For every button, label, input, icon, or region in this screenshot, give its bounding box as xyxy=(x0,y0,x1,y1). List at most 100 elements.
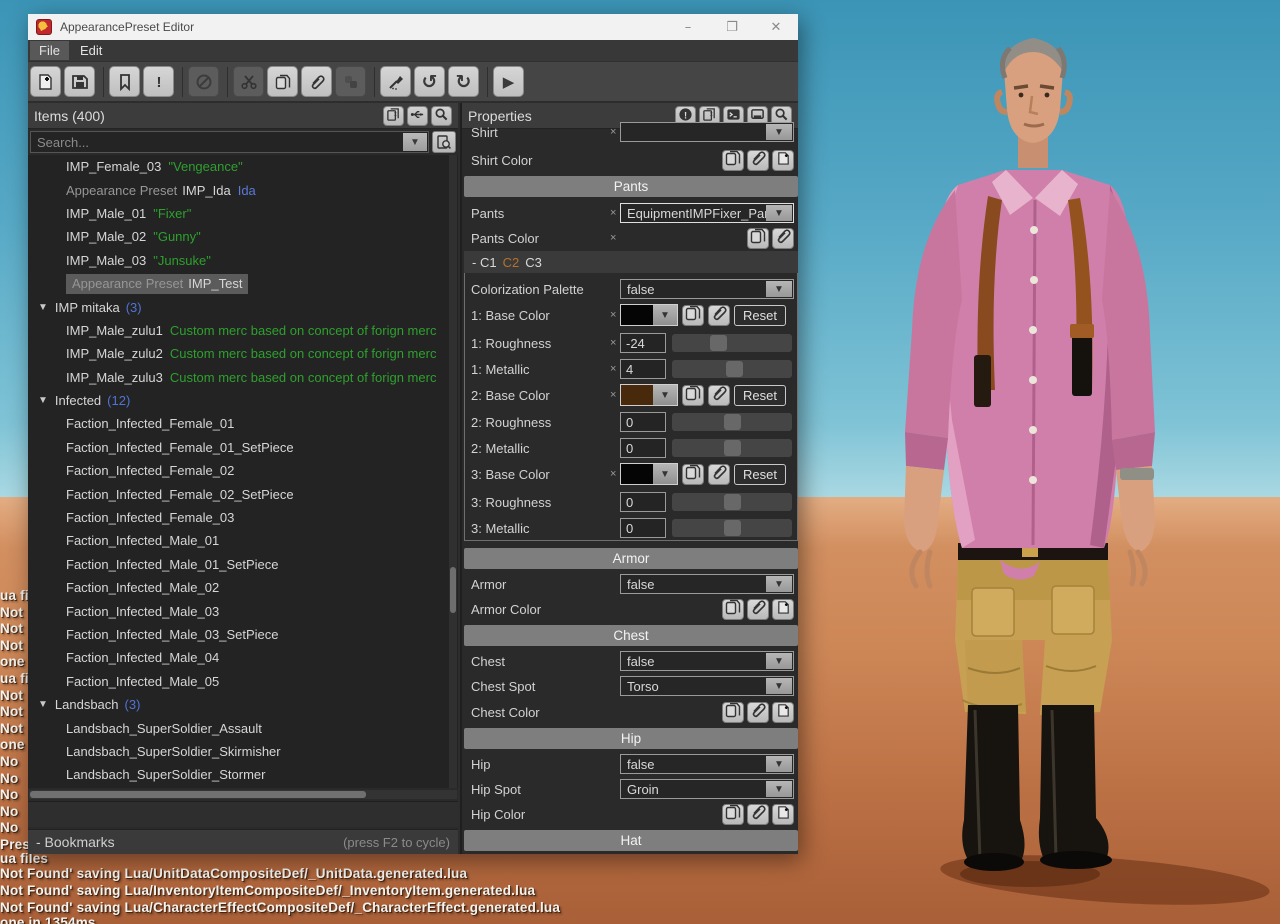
list-item[interactable]: Appearance Preset IMP_Ida Ida xyxy=(28,178,458,201)
slider[interactable] xyxy=(672,493,792,511)
new-file-button[interactable] xyxy=(30,66,61,97)
shirt-dropdown[interactable]: ▼ xyxy=(620,122,794,142)
slider[interactable] xyxy=(672,413,792,431)
copy-button[interactable] xyxy=(722,804,744,825)
slider[interactable] xyxy=(672,519,792,537)
clear-x[interactable]: × xyxy=(610,126,616,138)
magnifier-button[interactable] xyxy=(431,106,452,126)
list-item[interactable]: Faction_Infected_Female_02 xyxy=(28,459,458,482)
number-input[interactable]: 0 xyxy=(620,438,666,458)
number-input[interactable]: 0 xyxy=(620,492,666,512)
slider[interactable] xyxy=(672,334,792,352)
chevron-down-icon[interactable]: ▼ xyxy=(403,133,427,151)
reset-button[interactable]: Reset xyxy=(734,385,786,406)
paperclip-button[interactable] xyxy=(301,66,332,97)
copy-button[interactable] xyxy=(682,305,704,326)
clear-x[interactable]: × xyxy=(610,389,616,401)
color-swatch-picker[interactable]: ▼ xyxy=(620,463,678,485)
paperclip-button[interactable] xyxy=(708,305,730,326)
colorization-tab[interactable]: C2 xyxy=(503,255,520,270)
section-header-pants[interactable]: Pants xyxy=(464,176,798,197)
new-page-button[interactable] xyxy=(772,599,794,620)
maximize-button[interactable]: ❐ xyxy=(710,14,754,40)
section-header-hat[interactable]: Hat xyxy=(464,830,798,851)
hip-dropdown[interactable]: false ▼ xyxy=(620,754,794,774)
menu-edit[interactable]: Edit xyxy=(71,41,111,60)
list-item[interactable]: Faction_Infected_Female_01_SetPiece xyxy=(28,436,458,459)
copy-button[interactable] xyxy=(722,702,744,723)
minimize-button[interactable]: – xyxy=(666,14,710,40)
new-page-button[interactable] xyxy=(772,702,794,723)
items-horizontal-scrollbar[interactable] xyxy=(29,790,457,799)
list-item[interactable]: Faction_Infected_Male_05 xyxy=(28,670,458,693)
copy-button[interactable] xyxy=(722,599,744,620)
reset-button[interactable]: Reset xyxy=(734,305,786,326)
color-swatch-picker[interactable]: ▼ xyxy=(620,384,678,406)
list-item[interactable]: Faction_Infected_Female_02_SetPiece xyxy=(28,482,458,505)
colorization-palette-dropdown[interactable]: false ▼ xyxy=(620,279,794,299)
slider[interactable] xyxy=(672,439,792,457)
copy-button[interactable] xyxy=(722,150,744,171)
redo-button[interactable]: ↻ xyxy=(448,66,479,97)
bookmark-button[interactable] xyxy=(109,66,140,97)
slider-handle[interactable] xyxy=(724,520,741,536)
list-item[interactable]: Landsbach_SuperSoldier_Assault xyxy=(28,716,458,739)
list-item-selected[interactable]: Appearance PresetIMP_Test xyxy=(28,272,458,295)
colorization-tab[interactable]: - C1 xyxy=(472,255,497,270)
paperclip-button[interactable] xyxy=(747,599,769,620)
clear-x[interactable]: × xyxy=(610,232,616,244)
usb-button[interactable] xyxy=(407,106,428,126)
list-item[interactable]: IMP_Male_zulu1Custom merc based on conce… xyxy=(28,319,458,342)
slider[interactable] xyxy=(672,360,792,378)
list-item[interactable]: Faction_Infected_Male_01_SetPiece xyxy=(28,553,458,576)
pages-button[interactable] xyxy=(383,106,404,126)
list-item[interactable]: Faction_Infected_Male_04 xyxy=(28,646,458,669)
chest-dropdown[interactable]: false ▼ xyxy=(620,651,794,671)
chest-spot-dropdown[interactable]: Torso ▼ xyxy=(620,676,794,696)
copy-button[interactable] xyxy=(267,66,298,97)
colorization-tabs[interactable]: - C1 C2 C3 xyxy=(464,251,798,273)
items-vertical-scrollbar[interactable] xyxy=(449,155,457,788)
clear-x[interactable]: × xyxy=(610,337,616,349)
paperclip-button[interactable] xyxy=(747,150,769,171)
new-page-button[interactable] xyxy=(772,150,794,171)
slider-handle[interactable] xyxy=(724,494,741,510)
search-in-document-button[interactable] xyxy=(432,131,456,153)
list-item[interactable]: IMP_Male_02"Gunny" xyxy=(28,225,458,248)
clear-x[interactable]: × xyxy=(610,468,616,480)
list-item[interactable]: Landsbach_SuperSoldier_Stormer xyxy=(28,763,458,786)
undo-button[interactable]: ↺ xyxy=(414,66,445,97)
cut-button[interactable] xyxy=(233,66,264,97)
list-item[interactable]: IMP_Male_01"Fixer" xyxy=(28,202,458,225)
group-row[interactable]: ▼ Infected (12) xyxy=(28,389,458,412)
paperclip-button[interactable] xyxy=(747,804,769,825)
list-item[interactable]: Faction_Infected_Female_03 xyxy=(28,506,458,529)
number-input[interactable]: 0 xyxy=(620,412,666,432)
search-input[interactable]: Search... ▼ xyxy=(30,131,429,153)
section-header-armor[interactable]: Armor xyxy=(464,548,798,569)
group-row[interactable]: ▼ Landsbach (3) xyxy=(28,693,458,716)
list-item[interactable]: IMP_Male_03"Junsuke" xyxy=(28,249,458,272)
list-item[interactable]: Faction_Infected_Male_02 xyxy=(28,576,458,599)
exclamation-button[interactable]: ! xyxy=(143,66,174,97)
menu-file[interactable]: File xyxy=(30,41,69,60)
number-input[interactable]: 0 xyxy=(620,518,666,538)
paste-button[interactable] xyxy=(335,66,366,97)
paperclip-button[interactable] xyxy=(708,464,730,485)
clear-x[interactable]: × xyxy=(610,363,616,375)
number-input[interactable]: 4 xyxy=(620,359,666,379)
copy-button[interactable] xyxy=(682,385,704,406)
forbid-button[interactable] xyxy=(188,66,219,97)
list-item[interactable]: Faction_Infected_Male_01 xyxy=(28,529,458,552)
clear-x[interactable]: × xyxy=(610,207,616,219)
list-item[interactable]: IMP_Male_zulu3Custom merc based on conce… xyxy=(28,366,458,389)
pants-dropdown[interactable]: EquipmentIMPFixer_Pants ▼ xyxy=(620,203,794,223)
slider-handle[interactable] xyxy=(710,335,727,351)
section-header-chest[interactable]: Chest xyxy=(464,625,798,646)
new-page-button[interactable] xyxy=(772,804,794,825)
paperclip-button[interactable] xyxy=(772,228,794,249)
colorization-tab[interactable]: C3 xyxy=(525,255,542,270)
slider-handle[interactable] xyxy=(726,361,743,377)
list-item[interactable]: Faction_Infected_Female_01 xyxy=(28,412,458,435)
chevron-expanded-icon[interactable]: ▼ xyxy=(38,395,48,406)
